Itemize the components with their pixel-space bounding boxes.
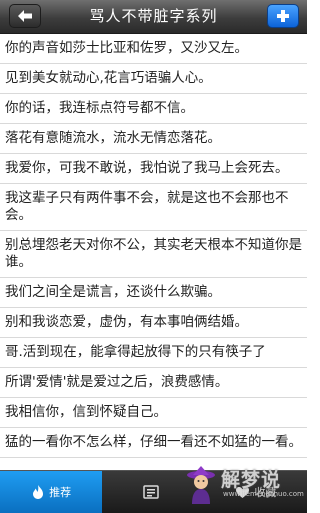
flame-icon xyxy=(33,485,44,499)
list-item[interactable]: 我们之间全是谎言，还谈什么欺骗。 xyxy=(0,278,307,308)
plus-icon xyxy=(277,10,289,22)
header-bar: 骂人不带脏字系列 xyxy=(0,0,307,34)
list-item[interactable]: 所谓'爱情'就是爱过之后，浪费感情。 xyxy=(0,368,307,398)
list-item[interactable]: 别和我谈恋爱，虚伪，有本事咱俩结婚。 xyxy=(0,308,307,338)
list-item[interactable]: 我爱你，可我不敢说，我怕说了我马上会死去。 xyxy=(0,154,307,184)
tab-recommend[interactable]: 推荐 xyxy=(0,471,103,513)
back-button[interactable] xyxy=(9,4,41,28)
list-icon xyxy=(143,485,160,499)
list-item[interactable]: 我这辈子只有两件事不会，就是这也不会那也不会。 xyxy=(0,184,307,231)
add-button[interactable] xyxy=(267,4,299,28)
tab-favorites-label: 收藏 xyxy=(254,486,277,499)
heart-icon xyxy=(236,486,250,498)
bottom-tab-bar: 推荐 收藏 解梦说 www.jiemengshuo.com xyxy=(0,466,307,513)
list-item[interactable]: 哥.活到现在，能拿得起放得下的只有筷子了 xyxy=(0,338,307,368)
list-item[interactable]: 你的话，我连标点符号都不信。 xyxy=(0,94,307,124)
tab-recommend-label: 推荐 xyxy=(49,486,72,499)
list-item[interactable]: 落花有意随流水，流水无情恋落花。 xyxy=(0,124,307,154)
list-item[interactable]: 见到美女就动心,花言巧语骗人心。 xyxy=(0,64,307,94)
list-item[interactable]: 你的声音如莎士比亚和佐罗，又沙又左。 xyxy=(0,34,307,64)
tab-favorites[interactable]: 收藏 xyxy=(205,471,307,513)
tab-list[interactable] xyxy=(102,471,204,513)
list-item[interactable]: 别总埋怨老天对你不公，其实老天根本不知道你是谁。 xyxy=(0,231,307,278)
page-title: 骂人不带脏字系列 xyxy=(89,7,218,25)
list-item[interactable]: 猛的一看你不怎么样，仔细一看还不如猛的一看。 xyxy=(0,428,307,458)
list-item[interactable]: 我相信你，信到怀疑自己。 xyxy=(0,398,307,428)
quote-list[interactable]: 你的声音如莎士比亚和佐罗，又沙又左。 见到美女就动心,花言巧语骗人心。 你的话，… xyxy=(0,34,307,470)
arrow-left-icon xyxy=(18,10,32,22)
